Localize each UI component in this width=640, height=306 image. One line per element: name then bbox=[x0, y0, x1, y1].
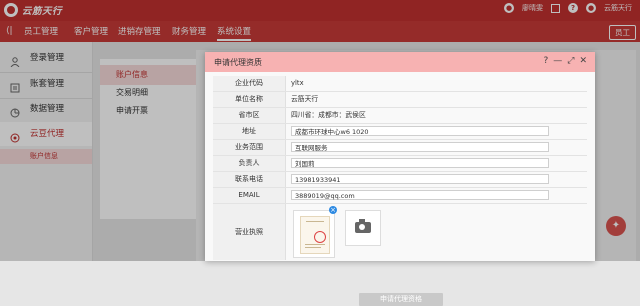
email-input[interactable]: 3889019@qq.com bbox=[291, 190, 549, 200]
submit-application-button[interactable]: 申请代理资格 bbox=[359, 293, 443, 306]
business-scope-input[interactable]: 互联网服务 bbox=[291, 142, 549, 152]
field-label: EMAIL bbox=[213, 188, 286, 203]
form-row-region: 省市区 四川省：成都市：武侯区 bbox=[213, 108, 587, 124]
dialog-body: 企业代码 yltx 单位名称 云筋天行 省市区 四川省：成都市：武侯区 地址 成… bbox=[205, 72, 595, 306]
field-label: 省市区 bbox=[213, 108, 286, 123]
apply-agent-dialog: 申请代理资质 ? — ⤢ ✕ 企业代码 yltx 单位名称 云筋天行 省市区 四… bbox=[205, 52, 595, 306]
license-document-image bbox=[300, 216, 330, 254]
close-icon[interactable]: ✕ bbox=[579, 56, 587, 67]
seal-icon bbox=[314, 231, 326, 243]
company-code-value: yltx bbox=[291, 79, 304, 87]
field-label: 负责人 bbox=[213, 156, 286, 171]
form-row-business-scope: 业务范围 互联网服务 bbox=[213, 140, 587, 156]
form-row-license: 营业执照 × bbox=[213, 204, 587, 260]
contact-person-input[interactable]: 刘国莉 bbox=[291, 158, 549, 168]
dialog-header: 申请代理资质 ? — ⤢ ✕ bbox=[205, 52, 595, 72]
field-label: 业务范围 bbox=[213, 140, 286, 155]
field-label: 单位名称 bbox=[213, 92, 286, 107]
minimize-icon[interactable]: — bbox=[553, 56, 562, 67]
company-name-value: 云筋天行 bbox=[291, 95, 319, 103]
form-row-email: EMAIL 3889019@qq.com bbox=[213, 188, 587, 204]
field-label: 营业执照 bbox=[213, 204, 286, 260]
camera-icon bbox=[355, 219, 371, 233]
form-row-address: 地址 成都市环球中心w6 1020 bbox=[213, 124, 587, 140]
field-label: 地址 bbox=[213, 124, 286, 139]
remove-image-icon[interactable]: × bbox=[329, 206, 337, 214]
address-input[interactable]: 成都市环球中心w6 1020 bbox=[291, 126, 549, 136]
region-value[interactable]: 四川省：成都市：武侯区 bbox=[291, 108, 366, 123]
dialog-controls: ? — ⤢ ✕ bbox=[543, 56, 587, 67]
form-row-company-code: 企业代码 yltx bbox=[213, 76, 587, 92]
form-row-phone: 联系电话 13981933941 bbox=[213, 172, 587, 188]
field-label: 联系电话 bbox=[213, 172, 286, 187]
dialog-title: 申请代理资质 bbox=[214, 58, 262, 67]
form-row-contact-person: 负责人 刘国莉 bbox=[213, 156, 587, 172]
phone-input[interactable]: 13981933941 bbox=[291, 174, 549, 184]
help-icon[interactable]: ? bbox=[543, 56, 548, 67]
maximize-icon[interactable]: ⤢ bbox=[567, 56, 574, 67]
form-row-company-name: 单位名称 云筋天行 bbox=[213, 92, 587, 108]
upload-image-button[interactable] bbox=[345, 210, 381, 246]
license-thumbnail[interactable] bbox=[293, 210, 335, 258]
field-label: 企业代码 bbox=[213, 76, 286, 91]
